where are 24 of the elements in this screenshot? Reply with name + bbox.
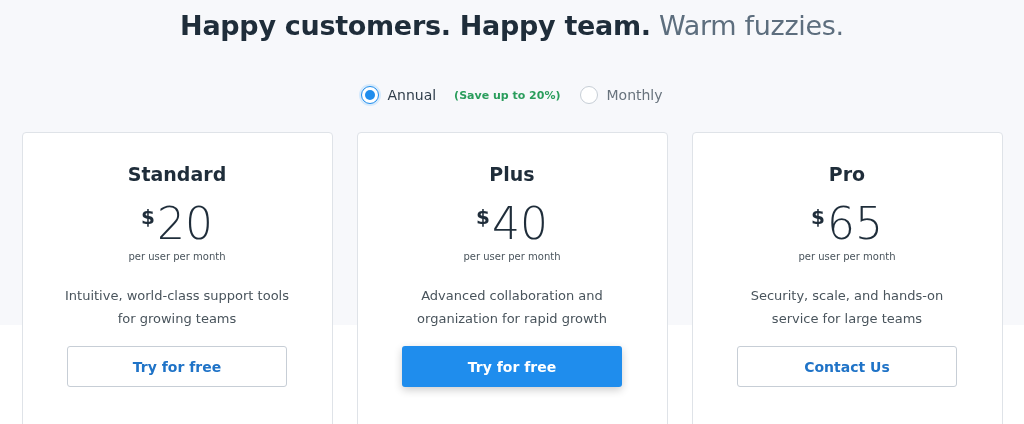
billing-option[interactable]: Monthly bbox=[580, 86, 663, 104]
plan-price: 20 bbox=[156, 199, 213, 249]
currency-symbol: $ bbox=[476, 205, 490, 229]
price-period: per user per month bbox=[463, 251, 561, 262]
plan-button[interactable]: Try for free bbox=[402, 346, 622, 387]
currency-symbol: $ bbox=[141, 205, 155, 229]
plan-name: Plus bbox=[489, 163, 535, 185]
plan-description: Intuitive, world-class support tools for growing teams bbox=[64, 287, 290, 328]
radio-icon[interactable] bbox=[580, 86, 599, 104]
plan-name: Pro bbox=[828, 163, 866, 185]
savings-note: (Save up to 20%) bbox=[454, 88, 561, 102]
plan-description: Security, scale, and hands-on service for large teams bbox=[749, 287, 945, 328]
currency-symbol: $ bbox=[811, 205, 825, 229]
billing-option[interactable]: Annual bbox=[361, 86, 437, 104]
plan-button[interactable]: Contact Us bbox=[737, 346, 957, 387]
plan-description: Advanced collaboration and organization for rapid growth bbox=[416, 287, 608, 328]
plan-button[interactable]: Try for free bbox=[67, 346, 287, 387]
page-heading: Happy customers. Happy team. Warm fuzzies. bbox=[180, 9, 844, 43]
plan-price: 40 bbox=[491, 199, 548, 249]
plan-name: Standard bbox=[127, 163, 227, 185]
plan-price: 65 bbox=[826, 199, 883, 249]
price-period: per user per month bbox=[128, 251, 226, 262]
radio-icon[interactable] bbox=[361, 86, 380, 104]
price-period: per user per month bbox=[798, 251, 896, 262]
